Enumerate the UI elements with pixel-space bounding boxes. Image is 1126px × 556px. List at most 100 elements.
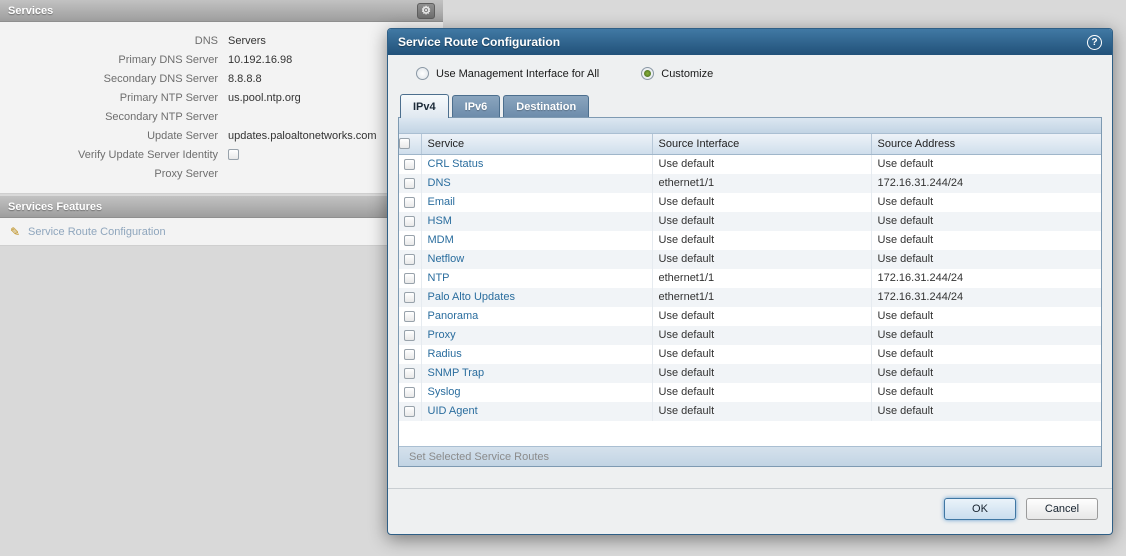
service-link[interactable]: NTP xyxy=(428,272,450,284)
row-checkbox[interactable] xyxy=(404,273,415,284)
service-cell: NTP xyxy=(421,269,652,288)
column-header-source-interface[interactable]: Source Interface xyxy=(652,134,871,154)
service-link[interactable]: CRL Status xyxy=(428,158,484,170)
tab-bar: IPv4 IPv6 Destination xyxy=(388,89,1112,117)
select-all-checkbox[interactable] xyxy=(399,138,410,149)
service-link[interactable]: HSM xyxy=(428,215,452,227)
service-link[interactable]: MDM xyxy=(428,234,454,246)
services-features-title: Services Features xyxy=(8,201,102,213)
select-all-header-cell xyxy=(399,134,421,154)
table-row[interactable]: CRL StatusUse defaultUse default xyxy=(399,155,1101,174)
row-checkbox[interactable] xyxy=(404,406,415,417)
service-route-configuration-link[interactable]: Service Route Configuration xyxy=(28,226,166,238)
row-checkbox-cell xyxy=(399,326,421,345)
table-row[interactable]: NetflowUse defaultUse default xyxy=(399,250,1101,269)
grid-footer: Set Selected Service Routes xyxy=(399,446,1101,466)
row-checkbox-cell xyxy=(399,402,421,421)
dialog-footer: OK Cancel xyxy=(388,488,1112,534)
table-row[interactable]: EmailUse defaultUse default xyxy=(399,193,1101,212)
service-link[interactable]: Radius xyxy=(428,348,462,360)
service-link[interactable]: Palo Alto Updates xyxy=(428,291,515,303)
service-route-table: Service Source Interface Source Address … xyxy=(398,117,1102,467)
table-row[interactable]: ProxyUse defaultUse default xyxy=(399,326,1101,345)
source-interface-cell: Use default xyxy=(652,250,871,269)
table-row[interactable]: PanoramaUse defaultUse default xyxy=(399,307,1101,326)
row-checkbox[interactable] xyxy=(404,235,415,246)
service-cell: CRL Status xyxy=(421,155,652,174)
cancel-button[interactable]: Cancel xyxy=(1026,498,1098,520)
source-interface-cell: Use default xyxy=(652,345,871,364)
table-row[interactable]: DNSethernet1/1172.16.31.244/24 xyxy=(399,174,1101,193)
radio-button[interactable] xyxy=(641,67,654,80)
row-checkbox[interactable] xyxy=(404,311,415,322)
table-row[interactable]: HSMUse defaultUse default xyxy=(399,212,1101,231)
help-icon[interactable]: ? xyxy=(1087,35,1102,50)
source-interface-cell: Use default xyxy=(652,326,871,345)
field-label: Update Server xyxy=(0,130,226,142)
source-interface-cell: ethernet1/1 xyxy=(652,174,871,193)
source-interface-cell: Use default xyxy=(652,155,871,174)
radio-label: Customize xyxy=(661,68,713,80)
row-checkbox[interactable] xyxy=(404,387,415,398)
column-header-service[interactable]: Service xyxy=(421,134,652,154)
row-checkbox[interactable] xyxy=(404,330,415,341)
table-row[interactable]: RadiusUse defaultUse default xyxy=(399,345,1101,364)
source-interface-cell: Use default xyxy=(652,307,871,326)
row-checkbox[interactable] xyxy=(404,159,415,170)
row-checkbox[interactable] xyxy=(404,349,415,360)
table-row[interactable]: SNMP TrapUse defaultUse default xyxy=(399,364,1101,383)
field-label: DNS xyxy=(0,35,226,47)
table-row[interactable]: NTPethernet1/1172.16.31.244/24 xyxy=(399,269,1101,288)
row-checkbox[interactable] xyxy=(404,254,415,265)
row-checkbox[interactable] xyxy=(404,368,415,379)
table-row[interactable]: UID AgentUse defaultUse default xyxy=(399,402,1101,421)
source-interface-cell: Use default xyxy=(652,383,871,402)
mode-radio-row: Use Management Interface for All Customi… xyxy=(388,55,1112,89)
radio-use-management-interface[interactable]: Use Management Interface for All xyxy=(416,67,599,80)
services-panel-title: Services xyxy=(8,5,53,17)
field-label: Verify Update Server Identity xyxy=(0,149,226,161)
table-row[interactable]: Palo Alto Updatesethernet1/1172.16.31.24… xyxy=(399,288,1101,307)
table-row[interactable]: MDMUse defaultUse default xyxy=(399,231,1101,250)
radio-button[interactable] xyxy=(416,67,429,80)
row-checkbox-cell xyxy=(399,174,421,193)
service-link[interactable]: Email xyxy=(428,196,456,208)
tab-destination[interactable]: Destination xyxy=(503,95,589,117)
field-value: 8.8.8.8 xyxy=(226,73,262,85)
row-checkbox[interactable] xyxy=(404,292,415,303)
column-header-source-address[interactable]: Source Address xyxy=(871,134,1101,154)
service-link[interactable]: UID Agent xyxy=(428,405,478,417)
service-link[interactable]: SNMP Trap xyxy=(428,367,485,379)
row-checkbox[interactable] xyxy=(404,216,415,227)
row-checkbox-cell xyxy=(399,345,421,364)
field-label: Secondary DNS Server xyxy=(0,73,226,85)
dialog-title: Service Route Configuration xyxy=(398,35,560,49)
service-route-table-body: CRL StatusUse defaultUse defaultDNSether… xyxy=(399,155,1101,421)
row-checkbox[interactable] xyxy=(404,178,415,189)
service-link[interactable]: Syslog xyxy=(428,386,461,398)
table-row[interactable]: SyslogUse defaultUse default xyxy=(399,383,1101,402)
verify-update-server-checkbox[interactable] xyxy=(228,149,239,160)
service-link[interactable]: Proxy xyxy=(428,329,456,341)
source-address-cell: Use default xyxy=(871,402,1101,421)
radio-label: Use Management Interface for All xyxy=(436,68,599,80)
field-row: Update Serverupdates.paloaltonetworks.co… xyxy=(0,126,443,145)
row-checkbox-cell xyxy=(399,269,421,288)
service-link[interactable]: Netflow xyxy=(428,253,465,265)
set-selected-service-routes-button[interactable]: Set Selected Service Routes xyxy=(409,451,549,463)
settings-gear-icon[interactable]: ⚙ xyxy=(417,3,435,19)
radio-customize[interactable]: Customize xyxy=(641,67,713,80)
row-checkbox-cell xyxy=(399,250,421,269)
service-cell: Netflow xyxy=(421,250,652,269)
row-checkbox[interactable] xyxy=(404,197,415,208)
field-label: Secondary NTP Server xyxy=(0,111,226,123)
grid-header-table: Service Source Interface Source Address xyxy=(399,134,1101,155)
service-link[interactable]: Panorama xyxy=(428,310,479,322)
service-link[interactable]: DNS xyxy=(428,177,451,189)
ok-button[interactable]: OK xyxy=(944,498,1016,520)
service-cell: Syslog xyxy=(421,383,652,402)
tab-ipv4[interactable]: IPv4 xyxy=(400,94,449,118)
tab-ipv6[interactable]: IPv6 xyxy=(452,95,501,117)
row-checkbox-cell xyxy=(399,364,421,383)
field-row: Secondary DNS Server8.8.8.8 xyxy=(0,69,443,88)
